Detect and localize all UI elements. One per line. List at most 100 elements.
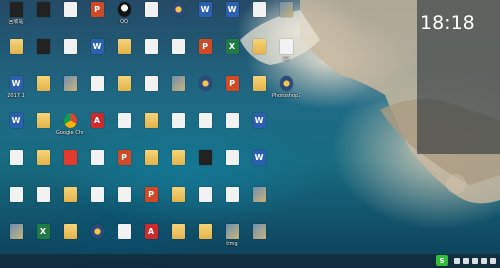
desktop-icon[interactable]: W — [245, 150, 273, 186]
desktop-icon[interactable] — [191, 76, 219, 112]
desktop-icon[interactable] — [56, 76, 84, 112]
desktop-icon[interactable] — [29, 150, 57, 186]
desktop-icon[interactable] — [29, 2, 57, 38]
desktop-icon[interactable]: A — [83, 113, 111, 149]
desktop-icon[interactable] — [164, 76, 192, 112]
desktop-icon[interactable] — [56, 39, 84, 75]
desktop-icon[interactable] — [137, 76, 165, 112]
ppt-icon: P — [90, 2, 104, 17]
folder-icon — [171, 224, 185, 239]
desktop-icon[interactable] — [245, 39, 273, 75]
desktop-icon[interactable] — [110, 113, 138, 149]
desktop-icon[interactable] — [245, 76, 273, 112]
img-icon — [63, 76, 77, 91]
desktop-icon[interactable]: W — [2, 113, 30, 149]
desktop-icon[interactable]: P — [137, 187, 165, 223]
desktop-icon[interactable] — [83, 150, 111, 186]
desktop-icon[interactable] — [2, 150, 30, 186]
security-app-badge[interactable]: S — [436, 255, 448, 266]
desktop-icon[interactable] — [164, 39, 192, 75]
desktop-icon[interactable]: P — [110, 150, 138, 186]
desktop-icon[interactable] — [164, 113, 192, 149]
desktop-icon[interactable] — [218, 113, 246, 149]
desktop-icon[interactable] — [56, 2, 84, 38]
desktop-icon[interactable] — [2, 39, 30, 75]
desktop-icon[interactable]: QQ — [110, 2, 138, 38]
desktop-icon[interactable] — [29, 187, 57, 223]
word-icon: W — [90, 39, 104, 54]
desktop-icon[interactable]: Photoshop7 — [272, 76, 300, 112]
folder-icon — [198, 224, 212, 239]
desktop-icon[interactable] — [164, 150, 192, 186]
doc-icon — [90, 76, 104, 91]
desktop-icon[interactable]: P — [83, 2, 111, 38]
word-icon: W — [225, 2, 239, 17]
app-icon — [9, 2, 23, 17]
tray-icon-3[interactable] — [472, 258, 478, 264]
desktop-icon[interactable] — [2, 187, 30, 223]
desktop-icon[interactable] — [29, 113, 57, 149]
desktop-icon[interactable] — [137, 150, 165, 186]
tray-icon-1[interactable] — [454, 258, 460, 264]
desktop-icon[interactable] — [245, 2, 273, 38]
doc-icon — [9, 187, 23, 202]
folder-icon — [117, 76, 131, 91]
desktop-icon[interactable] — [110, 187, 138, 223]
word-icon: W — [252, 113, 266, 128]
desktop-icon[interactable]: X — [218, 39, 246, 75]
desktop-icon[interactable] — [272, 2, 300, 38]
excel-icon: X — [36, 224, 50, 239]
desktop-icon[interactable]: W — [245, 113, 273, 149]
app-icon — [36, 2, 50, 17]
red-icon — [63, 150, 77, 165]
desktop-icon[interactable] — [218, 187, 246, 223]
doc-icon — [117, 113, 131, 128]
tray-icon-2[interactable] — [463, 258, 469, 264]
desktop-icon[interactable] — [29, 39, 57, 75]
desktop-icon[interactable] — [137, 39, 165, 75]
desktop-icon[interactable] — [164, 2, 192, 38]
desktop-icon[interactable] — [137, 113, 165, 149]
desktop-icon[interactable] — [164, 187, 192, 223]
doc-icon — [90, 187, 104, 202]
doc-icon — [171, 113, 185, 128]
desktop-icon[interactable] — [191, 113, 219, 149]
desktop-icon[interactable]: W — [191, 2, 219, 38]
pdf-icon: A — [144, 224, 158, 239]
desktop-icon-label: 回收站 — [8, 19, 24, 25]
tray-icon-5[interactable] — [490, 258, 496, 264]
panel-clock: 18:18 — [420, 12, 475, 34]
desktop-icon[interactable]: 22 — [272, 39, 300, 75]
folder-icon — [36, 150, 50, 165]
folder-icon — [252, 76, 266, 91]
floating-widget[interactable] — [446, 174, 466, 194]
doc-icon — [144, 2, 158, 17]
desktop-icon[interactable] — [110, 76, 138, 112]
desktop-icon[interactable]: Google Chrome — [56, 113, 84, 149]
desktop-icon[interactable] — [191, 150, 219, 186]
player-icon — [279, 76, 293, 91]
desktop-icon[interactable]: W — [83, 39, 111, 75]
img-icon — [279, 2, 293, 17]
desktop-icon[interactable] — [83, 76, 111, 112]
desktop-icon[interactable] — [110, 39, 138, 75]
desktop-icon[interactable] — [191, 187, 219, 223]
desktop-icon[interactable]: 回收站 — [2, 2, 30, 38]
player-icon — [171, 2, 185, 17]
desktop-icon[interactable]: P — [191, 39, 219, 75]
img-icon — [252, 224, 266, 239]
folder-icon — [144, 113, 158, 128]
desktop-icon[interactable] — [56, 187, 84, 223]
desktop-icon[interactable] — [56, 150, 84, 186]
desktop-icon[interactable]: W — [218, 2, 246, 38]
desktop-icon[interactable] — [245, 187, 273, 223]
desktop-icon[interactable] — [218, 150, 246, 186]
tray-icon-4[interactable] — [481, 258, 487, 264]
desktop-icon[interactable] — [137, 2, 165, 38]
desktop-icon[interactable] — [29, 76, 57, 112]
doc-icon — [225, 150, 239, 165]
desktop-icon[interactable] — [83, 187, 111, 223]
desktop-icon[interactable]: W 2017.1 — [2, 76, 30, 112]
desktop-icon[interactable]: P — [218, 76, 246, 112]
doc-icon — [90, 150, 104, 165]
